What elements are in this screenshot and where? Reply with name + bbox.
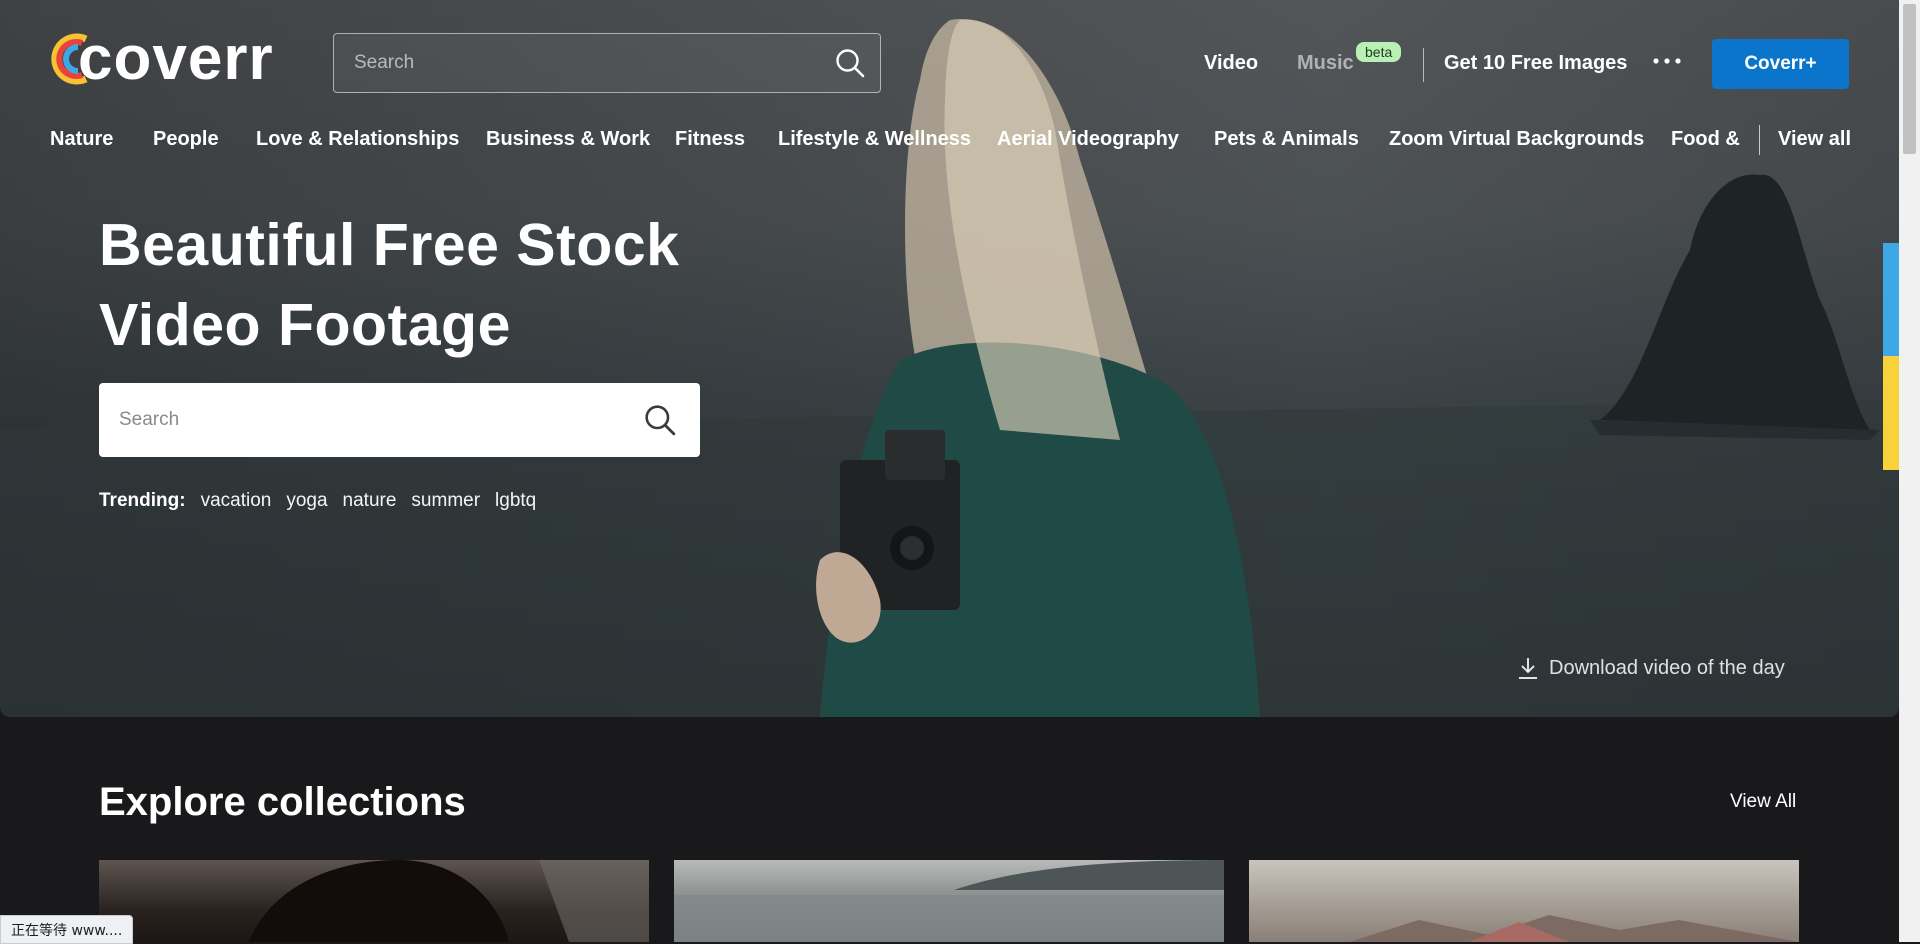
nav-video[interactable]: Video [1204,52,1258,75]
download-video-of-day[interactable]: Download video of the day [1517,656,1785,680]
coverr-plus-button[interactable]: Coverr+ [1712,39,1849,89]
category-divider [1759,125,1760,155]
search-icon [645,405,676,436]
trending-tag-nature[interactable]: nature [343,490,397,512]
hero-search-button[interactable] [620,383,700,457]
nav-free-images[interactable]: Get 10 Free Images [1444,52,1627,75]
collection-thumbnail-2 [674,860,1224,942]
explore-view-all-link[interactable]: View All [1730,791,1796,813]
hero-title: Beautiful Free Stock Video Footage [99,205,719,365]
browser-status-bar: 正在等待 www.... [0,915,134,944]
category-business-work[interactable]: Business & Work [486,128,650,151]
collection-card-2[interactable] [674,860,1224,942]
more-options-icon[interactable] [1652,56,1682,66]
header-search[interactable] [333,33,881,93]
scrollbar-thumb[interactable] [1903,4,1916,154]
category-aerial-videography[interactable]: Aerial Videography [997,128,1179,151]
category-love-relationships[interactable]: Love & Relationships [256,128,459,151]
trending-bar: Trending: vacation yoga nature summer lg… [99,490,551,512]
collection-thumbnail-1 [249,860,649,942]
category-view-all[interactable]: View all [1778,128,1851,151]
side-widget-blue[interactable] [1883,243,1899,356]
category-lifestyle-wellness[interactable]: Lifestyle & Wellness [778,128,971,151]
hero-search-input[interactable] [99,408,620,432]
trending-tag-vacation[interactable]: vacation [201,490,272,512]
logo-text: coverr [78,24,274,93]
trending-tag-summer[interactable]: summer [411,490,480,512]
trending-tag-lgbtq[interactable]: lgbtq [495,490,536,512]
category-fitness[interactable]: Fitness [675,128,745,151]
download-icon [1519,658,1537,679]
hero-title-line-2: Video Footage [99,292,511,358]
nav-music[interactable]: Music [1297,52,1354,75]
header-search-button[interactable] [820,34,880,92]
collection-card-1[interactable] [99,860,649,942]
category-food[interactable]: Food & [1671,128,1740,151]
hero-title-line-1: Beautiful Free Stock [99,212,680,278]
coverr-logo[interactable]: coverr [48,28,274,90]
category-pets-animals[interactable]: Pets & Animals [1214,128,1359,151]
category-zoom-backgrounds[interactable]: Zoom Virtual Backgrounds [1389,128,1644,151]
hero-search[interactable] [99,383,700,457]
explore-collections-title: Explore collections [99,780,466,824]
trending-tag-yoga[interactable]: yoga [286,490,327,512]
trending-label: Trending: [99,490,186,511]
nav-divider [1423,48,1424,82]
beta-badge: beta [1356,42,1402,62]
collection-card-3[interactable] [1249,860,1799,942]
download-label: Download video of the day [1549,656,1785,679]
category-people[interactable]: People [153,128,219,151]
page-scrollbar[interactable] [1899,0,1920,942]
side-widget-yellow[interactable] [1883,356,1899,470]
category-nature[interactable]: Nature [50,128,113,151]
collection-thumbnail-3 [1349,915,1799,942]
search-icon [836,49,865,78]
header-search-input[interactable] [334,51,820,75]
